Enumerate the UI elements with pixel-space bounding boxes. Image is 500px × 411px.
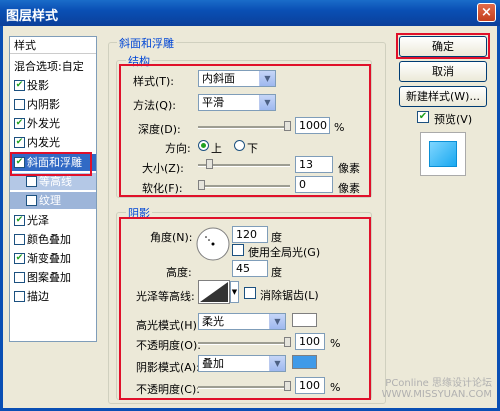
direction-down-radio[interactable] [234, 140, 245, 151]
new-style-button[interactable]: 新建样式(W)... [399, 86, 487, 107]
highlight-opacity-unit: % [330, 337, 341, 350]
shadow-opacity-slider[interactable] [198, 386, 290, 389]
sidebar-item-blending[interactable]: 混合选项:自定 [10, 58, 96, 75]
depth-slider[interactable] [198, 126, 290, 129]
depth-unit: % [334, 121, 345, 134]
highlight-opacity-thumb[interactable] [284, 337, 291, 347]
size-input[interactable]: 13 [295, 156, 333, 173]
preview-label: 预览(V) [434, 113, 473, 126]
highlight-box-ok [396, 33, 490, 59]
chevron-down-icon: ▼ [269, 314, 285, 329]
depth-label: 深度(D): [138, 123, 181, 136]
title-bar: 图层样式 × [0, 0, 500, 26]
checkbox-icon: ✔ [14, 117, 25, 129]
sidebar-item-stroke[interactable]: 描边 [10, 288, 96, 305]
style-label: 样式(T): [133, 75, 175, 88]
highlight-mode-select[interactable]: 柔光 ▼ [198, 313, 286, 330]
chevron-down-icon: ▼ [259, 95, 275, 110]
checkbox-icon [14, 98, 25, 110]
checkbox-icon [14, 290, 25, 302]
chevron-down-icon: ▼ [259, 71, 275, 86]
checkbox-icon: ✔ [14, 79, 25, 91]
highlight-box-bevel-item [10, 152, 92, 176]
watermark: PConline 思缘设计论坛 WWW.MISSYUAN.COM [381, 378, 492, 400]
style-select[interactable]: 内斜面 ▼ [198, 70, 276, 87]
altitude-unit: 度 [271, 266, 282, 279]
global-light-checkbox[interactable] [232, 244, 244, 256]
preview-swatch [429, 141, 457, 167]
direction-label: 方向: [165, 142, 191, 155]
soften-input[interactable]: 0 [295, 176, 333, 193]
global-light-label: 使用全局光(G) [248, 246, 321, 259]
antialias-label: 消除锯齿(L) [260, 289, 319, 302]
angle-dial-icon[interactable] [195, 226, 231, 262]
altitude-label: 高度: [166, 266, 192, 279]
gloss-contour-dropdown-icon[interactable]: ▼ [230, 281, 239, 303]
method-select[interactable]: 平滑 ▼ [198, 94, 276, 111]
checkbox-icon: ✔ [14, 136, 25, 148]
cancel-button[interactable]: 取消 [399, 61, 487, 82]
checkbox-icon [26, 175, 37, 187]
sidebar-item-inner-glow[interactable]: ✔ 内发光 [10, 134, 96, 151]
checkbox-icon: ✔ [14, 214, 25, 226]
style-list-header: 样式 [10, 37, 96, 54]
shadow-mode-label: 阴影模式(A): [136, 361, 200, 374]
highlight-opacity-input[interactable]: 100 [295, 333, 325, 350]
close-button[interactable]: × [477, 3, 496, 22]
bevel-section-title: 斜面和浮雕 [117, 35, 176, 51]
shadow-opacity-label: 不透明度(C): [136, 383, 200, 396]
soften-slider[interactable] [198, 185, 290, 188]
sidebar-item-gradient-overlay[interactable]: ✔ 渐变叠加 [10, 250, 96, 267]
depth-slider-thumb[interactable] [284, 121, 291, 131]
checkbox-icon: ✔ [14, 252, 25, 264]
highlight-color-swatch[interactable] [292, 313, 317, 327]
soften-label: 软化(F): [142, 182, 183, 195]
gloss-contour-preview-icon[interactable] [198, 280, 230, 304]
chevron-down-icon: ▼ [269, 356, 285, 371]
gloss-contour-label: 光泽等高线: [136, 290, 195, 303]
angle-input[interactable]: 120 [232, 226, 268, 243]
sidebar-item-color-overlay[interactable]: 颜色叠加 [10, 231, 96, 248]
depth-input[interactable]: 1000 [295, 117, 330, 134]
highlight-opacity-label: 不透明度(O): [136, 339, 201, 352]
antialias-checkbox[interactable] [244, 287, 256, 299]
direction-down-label: 下 [247, 142, 258, 155]
sidebar-item-satin[interactable]: ✔ 光泽 [10, 212, 96, 229]
checkbox-icon [26, 194, 37, 206]
angle-unit: 度 [271, 231, 282, 244]
sidebar-item-drop-shadow[interactable]: ✔ 投影 [10, 77, 96, 94]
altitude-input[interactable]: 45 [232, 260, 268, 277]
direction-up-label: 上 [211, 142, 222, 155]
window-title: 图层样式 [6, 9, 59, 24]
sidebar-item-inner-shadow[interactable]: 内阴影 [10, 96, 96, 113]
shadow-mode-select[interactable]: 叠加 ▼ [198, 355, 286, 372]
style-list: 样式 混合选项:自定 ✔ 投影 内阴影 ✔ 外发光 ✔ 内发光 ✔ 斜面和浮雕 等高线 … [9, 36, 97, 342]
checkbox-icon [14, 271, 25, 283]
preview-thumbnail [420, 132, 466, 176]
soften-unit: 像素 [338, 182, 360, 195]
sidebar-item-pattern-overlay[interactable]: 图案叠加 [10, 269, 96, 286]
preview-checkbox[interactable]: ✔ [417, 111, 429, 123]
angle-label: 角度(N): [150, 231, 193, 244]
sidebar-item-outer-glow[interactable]: ✔ 外发光 [10, 115, 96, 132]
shadow-color-swatch[interactable] [292, 355, 317, 369]
highlight-opacity-slider[interactable] [198, 342, 290, 345]
size-label: 大小(Z): [142, 162, 184, 175]
size-unit: 像素 [338, 162, 360, 175]
checkbox-icon [14, 233, 25, 245]
size-slider-thumb[interactable] [206, 159, 213, 169]
soften-slider-thumb[interactable] [198, 180, 205, 190]
highlight-mode-label: 高光模式(H): [136, 319, 201, 332]
shadow-opacity-thumb[interactable] [284, 381, 291, 391]
method-label: 方法(Q): [133, 99, 176, 112]
direction-up-radio[interactable] [198, 140, 209, 151]
sidebar-item-texture[interactable]: 纹理 [10, 192, 96, 209]
